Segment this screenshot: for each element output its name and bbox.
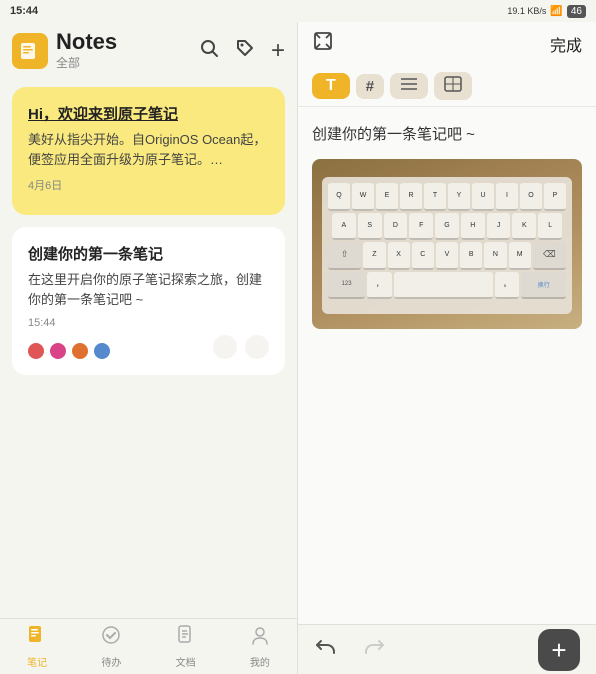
format-list-button[interactable] bbox=[390, 73, 428, 99]
main-area: Notes 全部 + bbox=[0, 22, 596, 674]
note-content-area[interactable]: 创建你的第一条笔记吧 ~ Q W E R T bbox=[298, 107, 596, 624]
app-title-block: Notes 全部 bbox=[56, 30, 117, 71]
note-card-1[interactable]: Hi，欢迎来到原子笔记 美好从指尖开始。自OriginOS Ocean起，便签应… bbox=[12, 87, 285, 215]
notes-list: Hi，欢迎来到原子笔记 美好从指尖开始。自OriginOS Ocean起，便签应… bbox=[0, 79, 297, 618]
note-1-title: Hi，欢迎来到原子笔记 bbox=[28, 103, 269, 124]
bottom-toolbar: + bbox=[298, 624, 596, 674]
search-icon[interactable] bbox=[199, 38, 219, 64]
network-speed: 19.1 KB/s bbox=[507, 6, 546, 16]
app-subtitle: 全部 bbox=[56, 54, 117, 71]
nav-notes-label: 笔记 bbox=[27, 654, 47, 669]
bottom-nav: 笔记 待办 bbox=[0, 618, 297, 674]
add-note-icon[interactable]: + bbox=[271, 37, 285, 65]
note-2-body: 在这里开启你的原子笔记探索之旅，创建你的第一条笔记吧 ~ bbox=[28, 270, 269, 309]
redo-icon[interactable] bbox=[362, 635, 386, 665]
status-bar: 15:44 19.1 KB/s 📶 46 bbox=[0, 0, 596, 22]
tag-icon[interactable] bbox=[235, 38, 255, 64]
right-panel: 完成 T # 创建你的第一条笔记吧 ~ bbox=[298, 22, 596, 674]
wifi-icon: 📶 bbox=[550, 6, 562, 17]
nav-doc-label: 文档 bbox=[176, 654, 196, 669]
dot-pink bbox=[50, 343, 66, 359]
battery-icon: 46 bbox=[567, 5, 586, 18]
nav-todo-icon bbox=[100, 624, 122, 652]
nav-notes-icon bbox=[26, 624, 48, 652]
right-header: 完成 bbox=[298, 22, 596, 66]
color-dots bbox=[28, 343, 110, 359]
app-title: Notes bbox=[56, 30, 117, 54]
add-button-icon: + bbox=[551, 637, 566, 663]
done-button[interactable]: 完成 bbox=[550, 32, 582, 56]
expand-icon[interactable] bbox=[312, 30, 334, 58]
nav-notes[interactable]: 笔记 bbox=[0, 619, 74, 674]
nav-todo-label: 待办 bbox=[101, 654, 121, 669]
note-2-title: 创建你的第一条笔记 bbox=[28, 243, 269, 264]
nav-doc-icon bbox=[175, 624, 197, 652]
note-1-date: 4月6日 bbox=[28, 177, 269, 193]
nav-doc[interactable]: 文档 bbox=[149, 619, 223, 674]
dot-red bbox=[28, 343, 44, 359]
note-1-body: 美好从指尖开始。自OriginOS Ocean起，便签应用全面升级为原子笔记。… bbox=[28, 130, 269, 169]
left-panel: Notes 全部 + bbox=[0, 22, 298, 674]
left-header: Notes 全部 + bbox=[0, 22, 297, 79]
action-circle-1[interactable] bbox=[213, 335, 237, 359]
nav-mine-icon bbox=[249, 624, 271, 652]
dot-orange bbox=[72, 343, 88, 359]
note-image: Q W E R T Y U I O P A bbox=[312, 159, 582, 329]
app-icon bbox=[12, 33, 48, 69]
dot-blue bbox=[94, 343, 110, 359]
note-card-2[interactable]: 创建你的第一条笔记 在这里开启你的原子笔记探索之旅，创建你的第一条笔记吧 ~ 1… bbox=[12, 227, 285, 375]
action-circle-2[interactable] bbox=[245, 335, 269, 359]
toolbar-left bbox=[314, 635, 386, 665]
format-table-button[interactable] bbox=[434, 72, 472, 100]
format-text-button[interactable]: T bbox=[312, 73, 350, 99]
status-icons: 19.1 KB/s 📶 46 bbox=[507, 5, 586, 18]
header-actions: + bbox=[199, 37, 285, 65]
undo-icon[interactable] bbox=[314, 635, 338, 665]
note-2-date: 15:44 bbox=[28, 317, 269, 329]
nav-mine[interactable]: 我的 bbox=[223, 619, 297, 674]
note-content-text: 创建你的第一条笔记吧 ~ bbox=[312, 123, 582, 147]
status-time: 15:44 bbox=[10, 5, 38, 17]
format-toolbar: T # bbox=[298, 66, 596, 107]
nav-todo[interactable]: 待办 bbox=[74, 619, 148, 674]
add-content-button[interactable]: + bbox=[538, 629, 580, 671]
format-hash-button[interactable]: # bbox=[356, 74, 384, 99]
nav-mine-label: 我的 bbox=[250, 654, 270, 669]
